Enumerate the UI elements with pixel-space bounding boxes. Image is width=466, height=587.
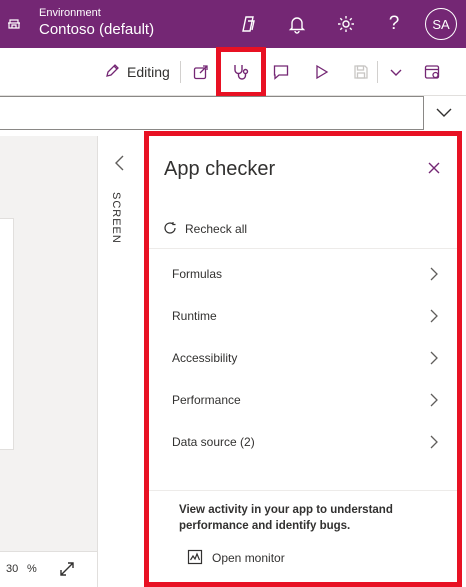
monitor-icon <box>187 549 203 568</box>
comments-icon[interactable] <box>269 60 293 84</box>
list-item-label: Accessibility <box>172 351 238 365</box>
list-item-label: Performance <box>172 393 241 407</box>
list-item-label: Data source (2) <box>172 435 255 449</box>
environment-icon[interactable] <box>5 14 23 32</box>
chevron-left-icon[interactable] <box>113 154 127 172</box>
editing-mode-button[interactable]: Editing <box>104 62 170 82</box>
list-item-runtime[interactable]: Runtime <box>149 296 457 338</box>
chevron-right-icon <box>429 434 439 450</box>
command-separator <box>377 61 378 83</box>
recheck-all-label: Recheck all <box>185 222 248 236</box>
refresh-icon <box>163 221 177 238</box>
chevron-right-icon <box>429 392 439 408</box>
chevron-right-icon <box>429 350 439 366</box>
editing-label: Editing <box>127 64 170 80</box>
settings-icon[interactable] <box>334 12 358 36</box>
list-item-data-source[interactable]: Data source (2) <box>149 422 457 464</box>
canvas-area <box>0 136 97 587</box>
top-bar: Environment Contoso (default) ? SA <box>0 0 466 48</box>
close-icon[interactable] <box>425 158 443 178</box>
copilot-icon[interactable] <box>237 12 261 36</box>
list-item-label: Formulas <box>172 267 223 281</box>
chevron-right-icon <box>429 308 439 324</box>
zoom-unit: % <box>27 563 37 575</box>
canvas-screen[interactable] <box>0 218 14 450</box>
list-item-accessibility[interactable]: Accessibility <box>149 338 457 380</box>
formula-input[interactable] <box>0 96 424 130</box>
publish-icon[interactable] <box>420 60 444 84</box>
help-icon[interactable]: ? <box>382 12 406 36</box>
play-icon[interactable] <box>309 60 333 84</box>
open-monitor-button[interactable]: Open monitor <box>187 549 285 567</box>
save-icon[interactable] <box>349 60 373 84</box>
list-item-performance[interactable]: Performance <box>149 380 457 422</box>
open-monitor-label: Open monitor <box>212 551 285 565</box>
environment-name[interactable]: Contoso (default) <box>39 21 154 39</box>
chevron-down-icon[interactable] <box>384 60 408 84</box>
screen-pane-label[interactable]: SCREEN <box>110 192 122 244</box>
panel-title: App checker <box>164 158 276 180</box>
zoom-value[interactable]: 30 <box>6 563 18 575</box>
list-item-formulas[interactable]: Formulas <box>149 254 457 296</box>
recheck-all-button[interactable]: Recheck all <box>163 220 247 238</box>
notifications-icon[interactable] <box>285 12 309 36</box>
monitor-description: View activity in your app to understand … <box>179 504 393 532</box>
app-checker-highlight <box>216 47 266 97</box>
formula-expand-chevron-icon[interactable] <box>430 101 458 125</box>
environment-label: Environment <box>39 7 101 19</box>
list-item-label: Runtime <box>172 309 217 323</box>
pencil-icon <box>104 63 120 82</box>
expand-icon[interactable] <box>58 560 76 578</box>
avatar[interactable]: SA <box>425 8 457 40</box>
chevron-right-icon <box>429 266 439 282</box>
divider <box>149 490 457 491</box>
divider <box>149 248 457 249</box>
share-icon[interactable] <box>189 60 213 84</box>
command-separator <box>180 61 181 83</box>
